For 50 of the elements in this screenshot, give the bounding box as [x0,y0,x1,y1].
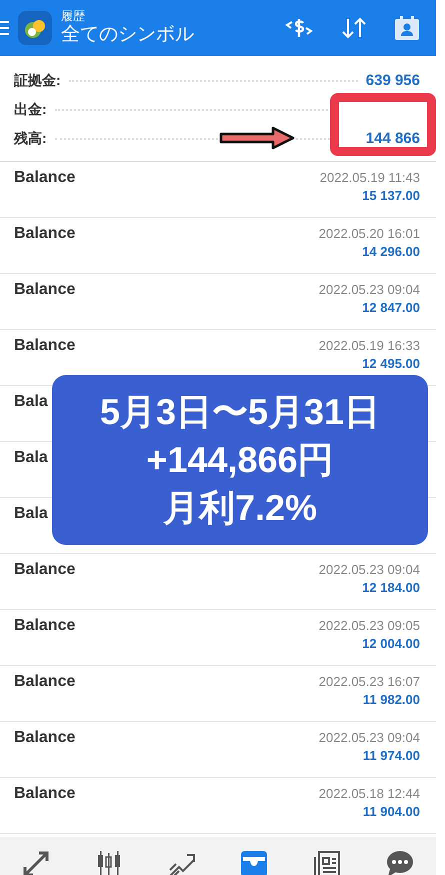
deal-amount: 14 296.00 [362,243,420,261]
banner-text: +144,866円 [146,438,334,482]
inbox-icon[interactable] [239,849,270,875]
arrows-icon[interactable] [21,849,52,875]
deal-type: Balance [14,169,76,188]
deal-time: 2022.05.19 11:43 [320,169,420,187]
menu-icon[interactable] [0,21,9,35]
summary-label: 証拠金: [14,72,61,90]
deal-amount: 11 982.00 [362,691,420,709]
deal-time: 2022.05.23 09:04 [318,729,420,747]
chat-icon[interactable] [384,849,415,875]
deal-time: 2022.05.23 09:04 [318,281,420,299]
deal-time: 2022.05.23 09:05 [318,617,420,635]
deal-amount: 12 184.00 [362,579,420,597]
deal-type: Balance [14,617,76,636]
currency-exchange-icon[interactable] [284,16,314,40]
deal-time: 2022.05.18 12:44 [318,785,420,803]
banner-text: 月利7.2% [162,486,318,530]
banner-text: 5月3日〜5月31日 [100,390,380,434]
arrow-icon [219,126,295,150]
deal-type: Balance [14,337,76,356]
deal-amount: 11 904.00 [362,803,420,821]
deal-amount: 12 847.00 [362,299,420,317]
summary-value: 639 956 [366,72,420,89]
newspaper-icon[interactable] [312,849,342,875]
deal-type: Balance [14,561,76,580]
deal-time: 2022.05.19 16:33 [318,337,420,355]
deal-type: Bala [14,449,48,468]
calendar-person-icon[interactable] [394,15,420,41]
deal-amount: 11 974.00 [362,747,420,765]
deal-type: Bala [14,393,48,412]
deal-type: Balance [14,729,76,748]
deal-type: Balance [14,281,76,300]
summary-value: 144 866 [366,130,420,147]
deal-time: 2022.05.23 09:04 [318,561,420,579]
deal-type: Balance [14,673,76,692]
header-subtitle: 履歴 [61,9,86,23]
header-title: 全てのシンボル [61,23,195,47]
app-logo-icon [18,11,52,45]
deal-type: Balance [14,785,76,804]
deal-amount: 15 137.00 [362,187,420,205]
deal-amount: 12 004.00 [362,635,420,653]
deal-amount: 12 495.00 [362,355,420,373]
deal-time: 2022.05.20 16:01 [318,225,420,243]
deal-time: 2022.05.23 16:07 [318,673,420,691]
deal-type: Bala [14,505,48,524]
sort-icon[interactable] [340,16,368,40]
deal-type: Balance [14,225,76,244]
summary-label: 出金: [14,100,47,118]
summary-label: 残高: [14,130,47,148]
